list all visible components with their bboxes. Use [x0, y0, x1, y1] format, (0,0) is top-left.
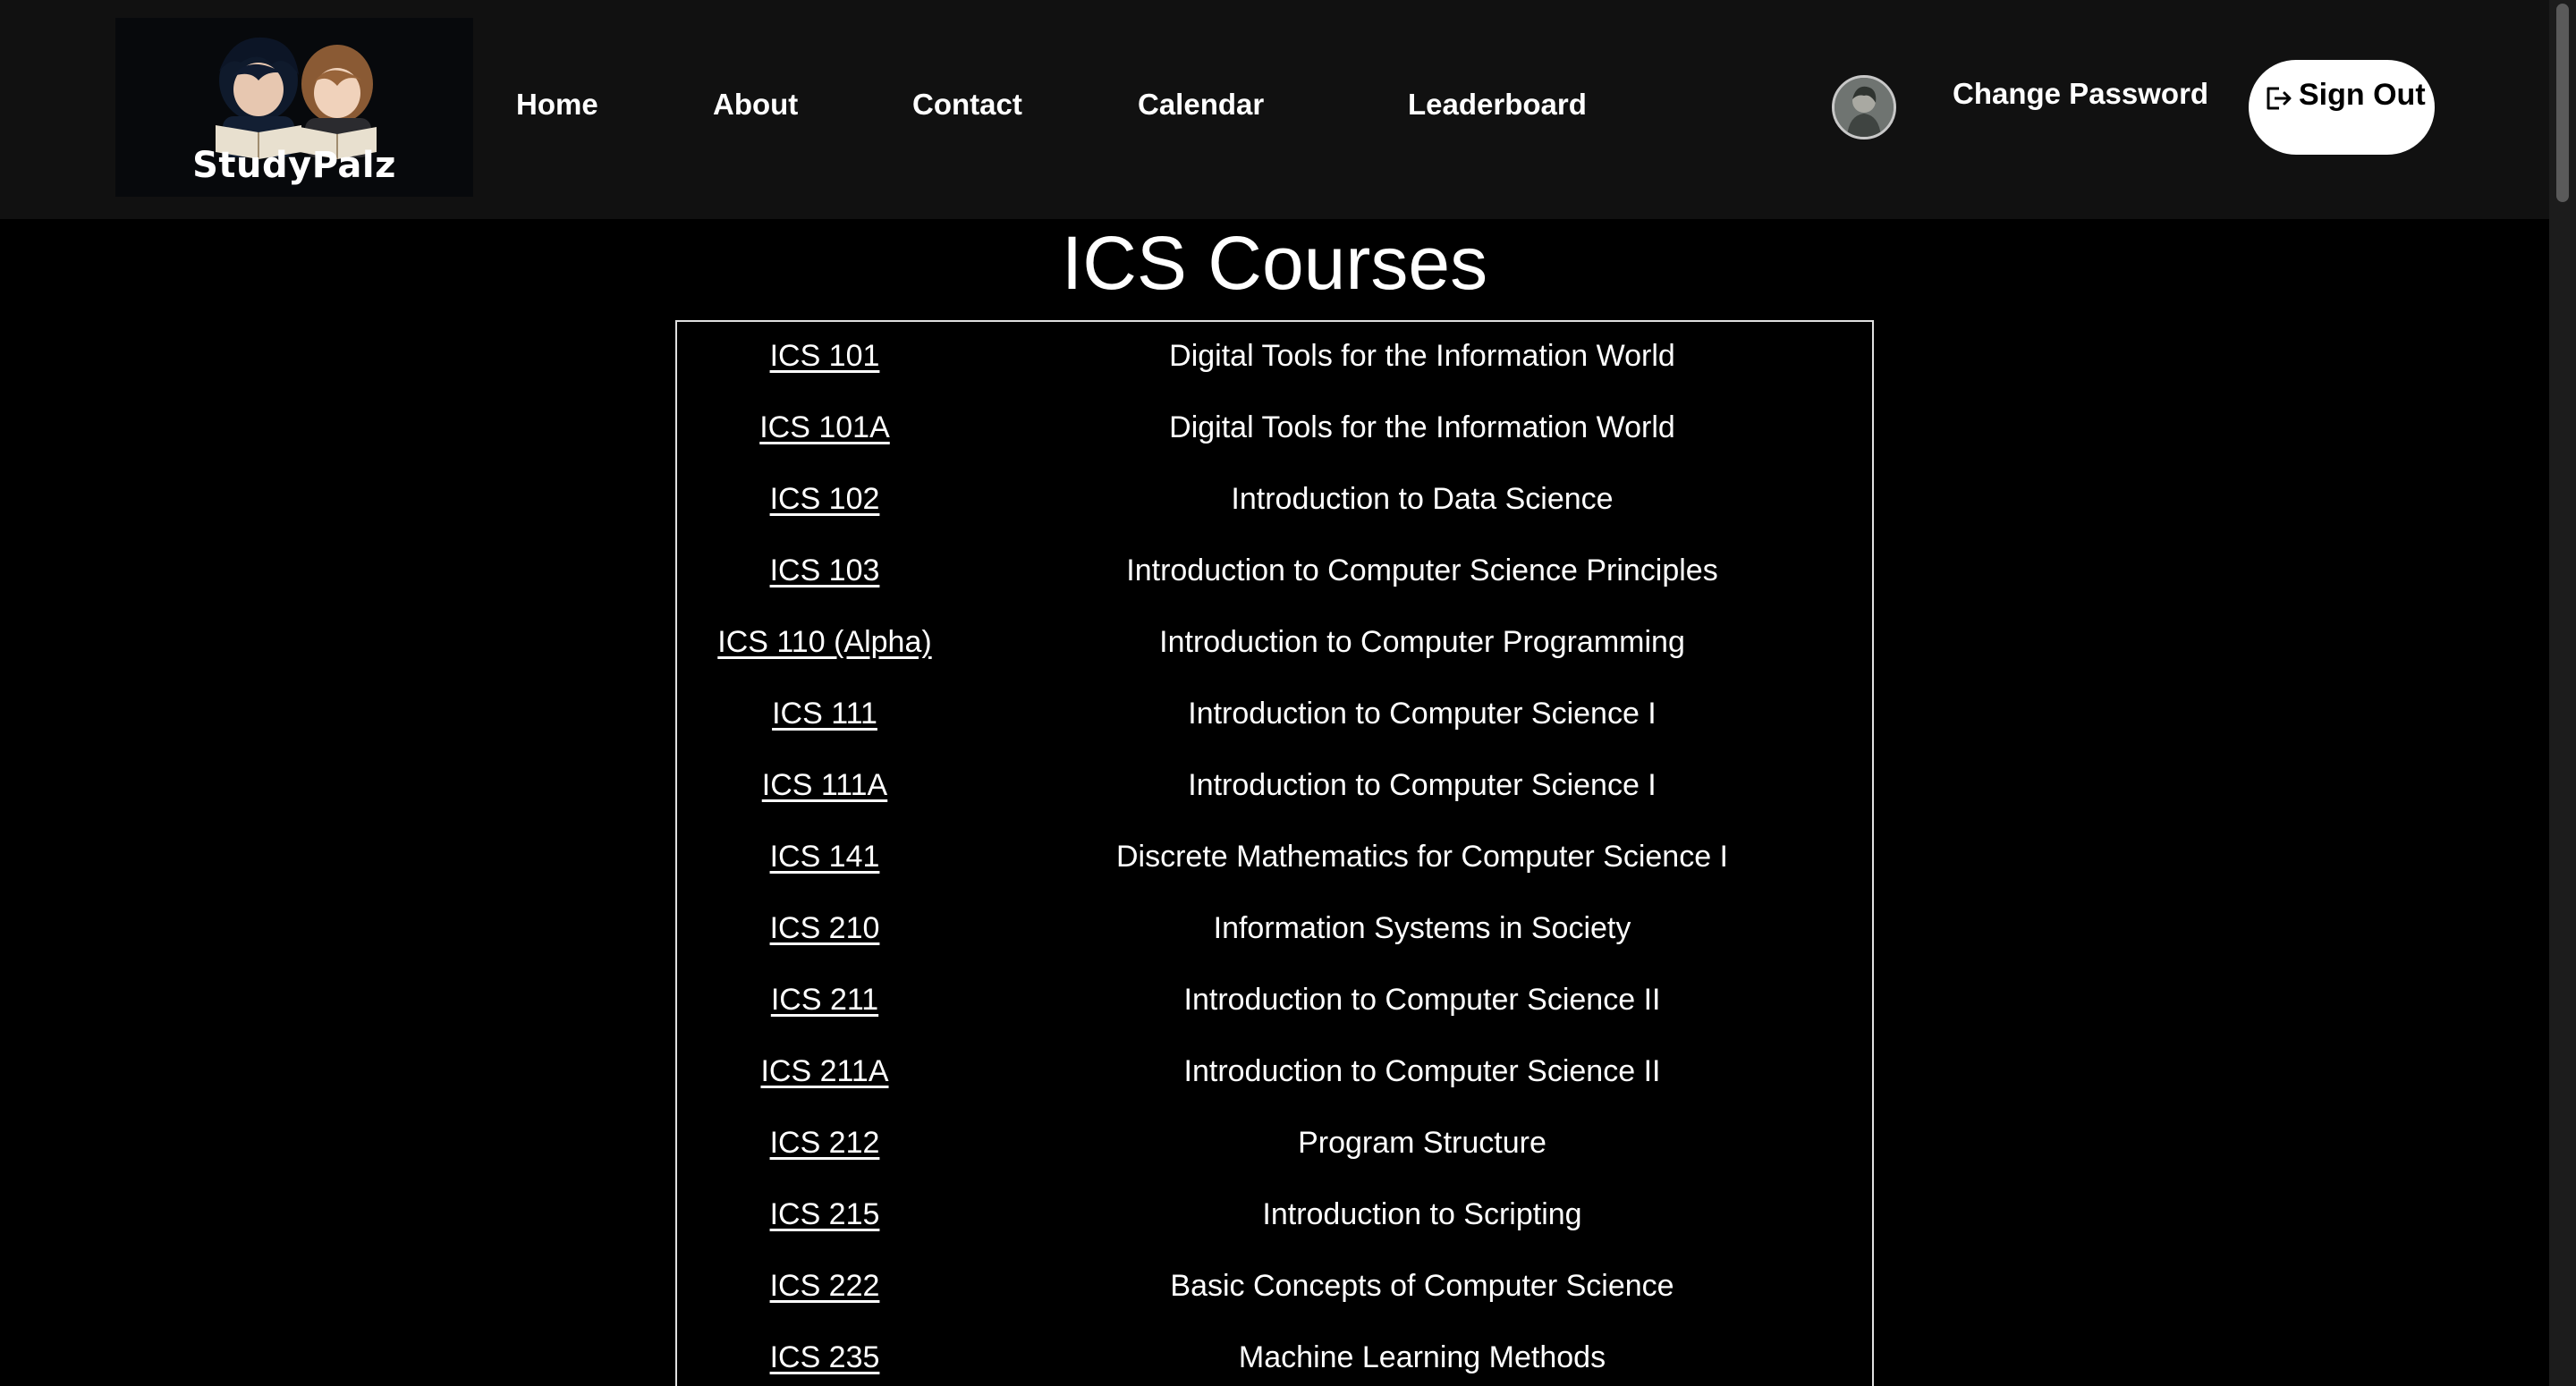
course-row: ICS 101 Digital Tools for the Information…	[677, 322, 1872, 393]
course-code-link[interactable]: ICS 111	[677, 697, 972, 731]
logo[interactable]: StudyPalz	[115, 18, 473, 197]
course-row: ICS 102 Introduction to Data Science	[677, 465, 1872, 537]
course-row: ICS 141 Discrete Mathematics for Computer…	[677, 823, 1872, 894]
course-name: Introduction to Computer Science I	[1188, 697, 1657, 731]
course-row: ICS 222 Basic Concepts of Computer Scienc…	[677, 1252, 1872, 1323]
course-row: ICS 111A Introduction to Computer Science…	[677, 751, 1872, 823]
course-code-link[interactable]: ICS 222	[677, 1269, 972, 1304]
course-name: Introduction to Data Science	[1231, 482, 1614, 516]
course-code-link[interactable]: ICS 212	[677, 1126, 972, 1161]
course-code-link[interactable]: ICS 211A	[677, 1054, 972, 1089]
course-row: ICS 111 Introduction to Computer Science …	[677, 680, 1872, 751]
course-row: ICS 210 Information Systems in Society	[677, 894, 1872, 966]
page: StudyPalz Home About Contact Calendar Le…	[0, 0, 2576, 1386]
course-code-link[interactable]: ICS 111A	[677, 768, 972, 803]
sign-out-label: Sign Out	[2299, 78, 2426, 112]
course-row: ICS 215 Introduction to Scripting	[677, 1180, 1872, 1252]
course-name: Digital Tools for the Information World	[1169, 339, 1675, 373]
course-code-link[interactable]: ICS 103	[677, 554, 972, 588]
course-name: Introduction to Computer Science I	[1188, 768, 1657, 802]
logo-text: StudyPalz	[192, 145, 396, 186]
scrollbar-thumb[interactable]	[2556, 4, 2569, 202]
course-code-link[interactable]: ICS 102	[677, 482, 972, 517]
course-name: Introduction to Scripting	[1262, 1197, 1582, 1231]
nav-leaderboard[interactable]: Leaderboard	[1408, 88, 1587, 122]
course-code-link[interactable]: ICS 215	[677, 1197, 972, 1232]
avatar-image	[1835, 78, 1894, 137]
course-name: Introduction to Computer Science II	[1183, 983, 1661, 1017]
course-row: ICS 110 (Alpha) Introduction to Computer …	[677, 608, 1872, 680]
course-name: Program Structure	[1298, 1126, 1546, 1160]
course-code-link[interactable]: ICS 101	[677, 339, 972, 374]
course-row: ICS 235 Machine Learning Methods	[677, 1323, 1872, 1386]
course-row: ICS 212 Program Structure	[677, 1109, 1872, 1180]
course-code-link[interactable]: ICS 211	[677, 983, 972, 1018]
sign-out-icon	[2263, 83, 2293, 114]
course-code-link[interactable]: ICS 110 (Alpha)	[677, 625, 972, 660]
course-name: Machine Learning Methods	[1238, 1340, 1606, 1374]
course-name: Information Systems in Society	[1213, 911, 1631, 945]
course-name: Basic Concepts of Computer Science	[1170, 1269, 1674, 1303]
course-code-link[interactable]: ICS 141	[677, 840, 972, 875]
navbar: StudyPalz Home About Contact Calendar Le…	[0, 0, 2549, 219]
scrollbar[interactable]	[2549, 0, 2576, 1386]
nav-about[interactable]: About	[713, 88, 798, 122]
page-title: ICS Courses	[1061, 221, 1488, 305]
course-code-link[interactable]: ICS 235	[677, 1340, 972, 1375]
course-name: Introduction to Computer Science Princip…	[1126, 554, 1718, 587]
course-row: ICS 103 Introduction to Computer Science …	[677, 537, 1872, 608]
course-name: Digital Tools for the Information World	[1169, 410, 1675, 444]
course-name: Introduction to Computer Science II	[1183, 1054, 1661, 1088]
nav-contact[interactable]: Contact	[912, 88, 1022, 122]
course-row: ICS 211 Introduction to Computer Science …	[677, 966, 1872, 1037]
course-name: Introduction to Computer Programming	[1159, 625, 1685, 659]
course-code-link[interactable]: ICS 210	[677, 911, 972, 946]
sign-out-button[interactable]: Sign Out	[2249, 60, 2435, 155]
nav-calendar[interactable]: Calendar	[1138, 88, 1264, 122]
course-table: ICS 101 Digital Tools for the Information…	[675, 320, 1874, 1386]
course-name: Discrete Mathematics for Computer Scienc…	[1115, 840, 1729, 874]
avatar[interactable]	[1832, 75, 1896, 139]
course-row: ICS 101A Digital Tools for the Informatio…	[677, 393, 1872, 465]
course-row: ICS 211A Introduction to Computer Science…	[677, 1037, 1872, 1109]
change-password-link[interactable]: Change Password	[1953, 77, 2208, 111]
nav-home[interactable]: Home	[516, 88, 598, 122]
course-code-link[interactable]: ICS 101A	[677, 410, 972, 445]
